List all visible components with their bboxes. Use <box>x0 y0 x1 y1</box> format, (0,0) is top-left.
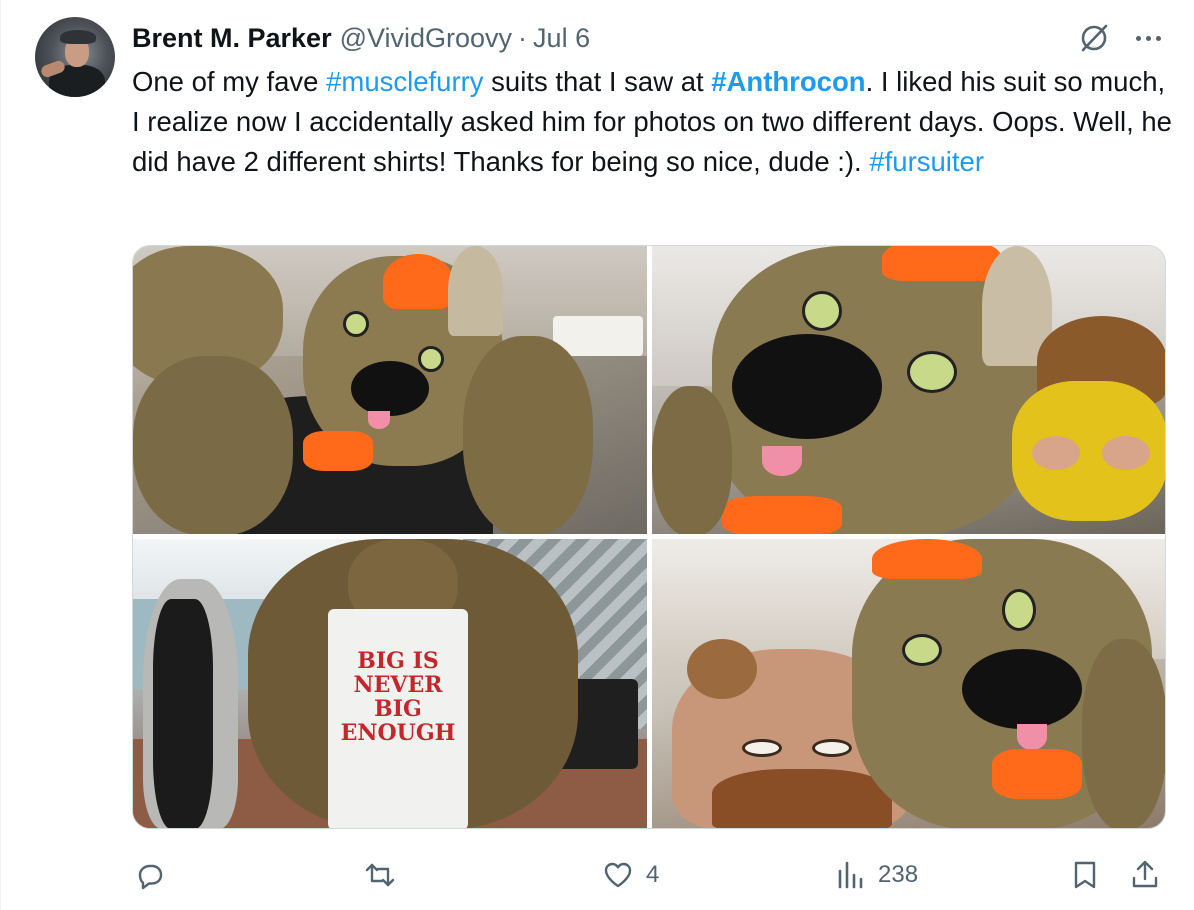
repost-icon <box>365 863 395 887</box>
hashtag-link[interactable]: #fursuiter <box>869 146 984 177</box>
reply-icon <box>138 864 163 890</box>
photo-3[interactable]: BIG IS NEVER BIG ENOUGH <box>133 539 647 828</box>
repost-button[interactable] <box>362 852 408 898</box>
user-handle[interactable]: @VividGroovy <box>340 23 512 54</box>
tweet-text: One of my fave #musclefurry suits that I… <box>132 62 1172 182</box>
photo-4[interactable] <box>652 539 1165 828</box>
bookmark-button[interactable] <box>1067 852 1103 898</box>
like-count: 4 <box>646 861 660 888</box>
tweet-text-segment: suits that I saw at <box>483 66 712 97</box>
hashtag-link[interactable]: #Anthrocon <box>711 66 865 97</box>
user-avatar[interactable] <box>35 17 115 97</box>
tweet-date[interactable]: Jul 6 <box>533 23 590 54</box>
bookmark-icon <box>1074 861 1096 889</box>
media-grid[interactable]: BIG IS NEVER BIG ENOUGH <box>132 245 1166 829</box>
display-name[interactable]: Brent M. Parker <box>132 23 332 54</box>
grok-icon[interactable] <box>1076 20 1112 56</box>
photo-2[interactable] <box>652 246 1165 534</box>
tweet-text-segment: One of my fave <box>132 66 327 97</box>
tweet-actions: 4 238 <box>132 852 1172 900</box>
views-button[interactable]: 238 <box>832 852 918 898</box>
shirt-text: BIG IS NEVER BIG ENOUGH <box>340 648 456 746</box>
more-options-icon[interactable] <box>1130 24 1166 52</box>
heart-icon <box>604 862 632 888</box>
share-button[interactable] <box>1127 852 1163 898</box>
timeline-border <box>0 0 1 910</box>
photo-1[interactable] <box>133 246 647 534</box>
views-count: 238 <box>878 861 919 888</box>
views-icon <box>838 861 863 889</box>
share-icon <box>1132 860 1158 888</box>
reply-button[interactable] <box>132 852 178 898</box>
separator-dot: · <box>518 22 528 53</box>
tweet-header: Brent M. Parker @VividGroovy · Jul 6 <box>132 20 590 56</box>
hashtag-link[interactable]: #musclefurry <box>326 66 483 97</box>
like-button[interactable]: 4 <box>600 852 659 898</box>
